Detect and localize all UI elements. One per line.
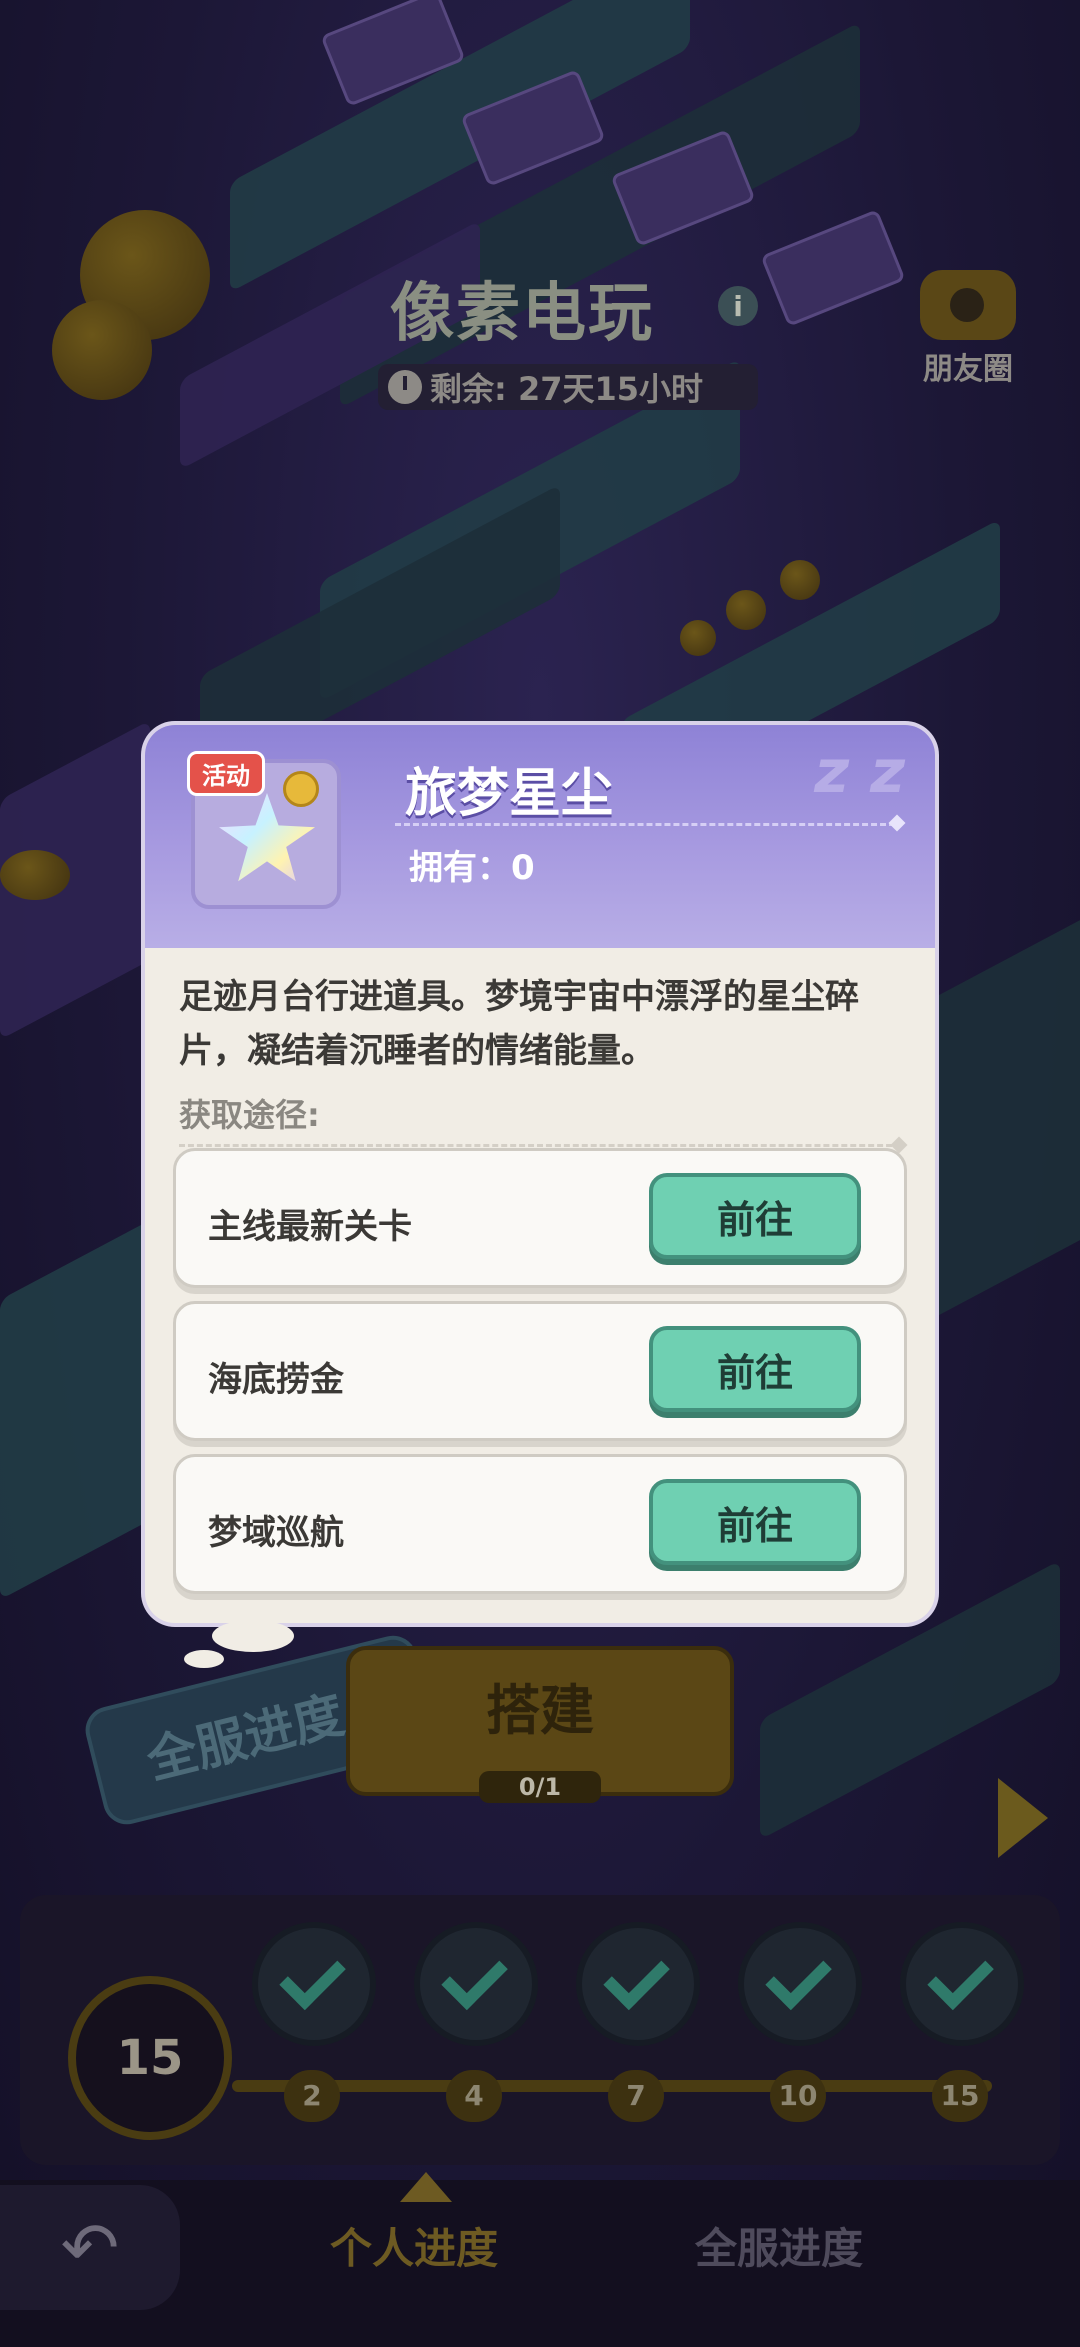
bottle-cap-icon [283,771,319,807]
ticket-icon [760,209,906,327]
milestone-reward [252,1922,376,2046]
tab-server-progress[interactable]: 全服进度 [695,2215,863,2276]
back-arrow-icon: ↶ [60,2206,120,2289]
milestone-reward [576,1922,700,2046]
sleep-zz-decoration: z z [814,737,905,807]
item-info-popup: z z 活动 旅梦星尘 拥有：0 足迹月台行进道具。梦境宇宙中漂浮的星尘碎片，凝… [145,725,935,1623]
check-icon [927,1943,994,2011]
friends-circle-label: 朋友圈 [923,352,1013,387]
current-level-badge: 15 [68,1976,232,2140]
event-timer: 剩余: 27天15小时 [378,364,758,410]
coin-icon [680,620,716,656]
coin-icon [0,850,70,900]
source-item: 梦域巡航 前往 [173,1454,907,1594]
item-description: 足迹月台行进道具。梦境宇宙中漂浮的星尘碎片，凝结着沉睡者的情绪能量。 [179,977,859,1071]
divider-diamond-icon [888,814,906,832]
popup-header: z z 活动 旅梦星尘 拥有：0 [145,725,935,948]
source-item: 主线最新关卡 前往 [173,1148,907,1288]
check-icon [603,1943,670,2011]
milestone[interactable]: 7 [576,1922,700,2122]
header-divider [395,823,895,826]
owned-count: 拥有：0 [409,848,535,888]
milestone-number: 7 [608,2070,664,2122]
sources-label: 获取途径: [179,1096,320,1134]
bubble-tail [184,1650,224,1668]
build-button-label: 搭建 [486,1679,594,1742]
scene-tile [0,1220,150,1600]
info-icon[interactable]: i [718,286,758,326]
event-title: 像素电玩 [390,277,654,351]
check-icon [441,1943,508,2011]
check-icon [765,1943,832,2011]
coin-icon [780,560,820,600]
go-button[interactable]: 前往 [649,1173,861,1259]
milestone-number: 4 [446,2070,502,2122]
source-name: 梦域巡航 [208,1513,344,1553]
clock-icon [388,370,422,404]
build-count: 0/1 [478,1771,602,1803]
tab-personal-progress[interactable]: 个人进度 [330,2215,498,2276]
milestone-number: 15 [932,2070,988,2122]
milestone[interactable]: 15 [900,1922,1024,2122]
sources-divider [179,1144,901,1147]
milestone[interactable]: 2 [252,1922,376,2122]
bubble-tail [212,1620,294,1652]
milestone[interactable]: 10 [738,1922,862,2122]
check-icon [279,1943,346,2011]
milestone[interactable]: 4 [414,1922,538,2122]
scene-tile [920,914,1080,1326]
camera-icon [920,270,1016,340]
go-button[interactable]: 前往 [649,1479,861,1565]
next-arrow-icon[interactable] [998,1778,1048,1858]
event-timer-text: 剩余: 27天15小时 [430,370,704,408]
item-name: 旅梦星尘 [405,764,614,824]
milestone-reward [414,1922,538,2046]
build-button[interactable]: 搭建 0/1 [346,1646,734,1803]
event-tag: 活动 [187,751,265,796]
milestone-number: 10 [770,2070,826,2122]
coin-icon [52,300,152,400]
source-name: 海底捞金 [208,1360,344,1400]
go-button[interactable]: 前往 [649,1326,861,1412]
milestone-reward [738,1922,862,2046]
active-tab-indicator [400,2172,452,2202]
coin-icon [726,590,766,630]
milestone-reward [900,1922,1024,2046]
source-item: 海底捞金 前往 [173,1301,907,1441]
milestone-number: 2 [284,2070,340,2122]
server-progress-pill-label: 全服进度 [141,1685,350,1791]
friends-circle-button[interactable]: 朋友圈 [920,270,1016,388]
back-button[interactable]: ↶ [0,2185,180,2310]
source-name: 主线最新关卡 [208,1207,412,1247]
